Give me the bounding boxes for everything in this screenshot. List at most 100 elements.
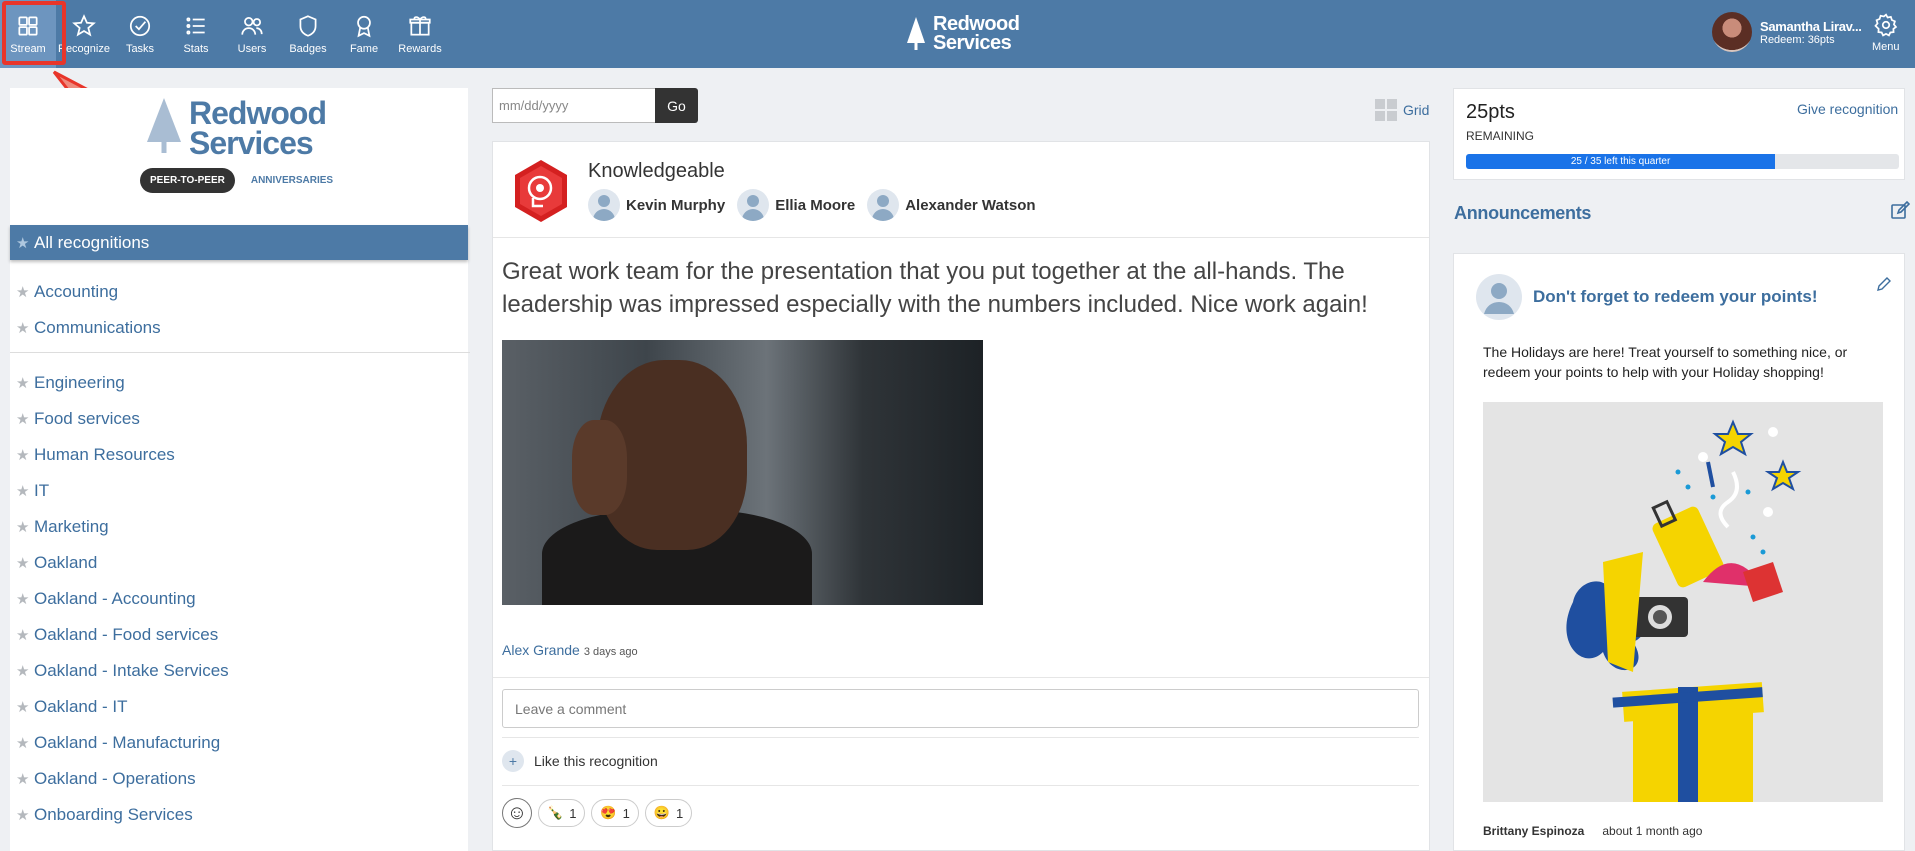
sidebar-item-oakland-operations[interactable]: ★ Oakland - Operations	[16, 761, 464, 797]
date-filter: mm/dd/yyyy Go	[492, 88, 698, 123]
sidebar-item-label: Food services	[34, 409, 140, 428]
sidebar-item-oakland-food-services[interactable]: ★ Oakland - Food services	[16, 617, 464, 653]
reaction-emoji: 🍾	[547, 805, 564, 820]
add-reaction-icon[interactable]: ☺	[502, 798, 532, 828]
sidebar-item-label: Oakland - Manufacturing	[34, 733, 221, 752]
like-label: Like this recognition	[534, 753, 658, 769]
post-time: 3 days ago	[583, 646, 638, 658]
plus-icon: +	[502, 750, 524, 772]
avatar	[867, 189, 900, 221]
nav-label: Tasks	[125, 43, 155, 55]
sidebar-item-onboarding-services[interactable]: ★ Onboarding Services	[16, 797, 464, 833]
nav-users[interactable]: Users	[224, 0, 280, 68]
recipient-name: Alexander Watson	[905, 196, 1036, 214]
sidebar-item-label: IT	[34, 481, 50, 500]
author-link[interactable]: Alex Grande	[502, 642, 580, 658]
avatar	[1712, 12, 1752, 52]
points-progress-bar: 25 / 35 left this quarter	[1466, 154, 1899, 169]
gift-icon	[409, 16, 431, 36]
divider	[493, 677, 1429, 678]
grid-toggle[interactable]: Grid	[1375, 99, 1429, 121]
user-profile[interactable]: Samantha Lirav... Redeem: 36pts	[1712, 12, 1862, 52]
sidebar-item-human-resources[interactable]: ★ Human Resources	[16, 437, 464, 473]
sidebar-item-engineering[interactable]: ★ Engineering	[16, 365, 464, 401]
nav-label: Badges	[289, 43, 327, 55]
sidebar-item-oakland-intake-services[interactable]: ★ Oakland - Intake Services	[16, 653, 464, 689]
edit-icon[interactable]	[1890, 201, 1910, 221]
sidebar-item-food-services[interactable]: ★ Food services	[16, 401, 464, 437]
star-icon: ★	[16, 234, 30, 252]
star-icon: ★	[16, 483, 30, 500]
tab-peer-to-peer[interactable]: PEER-TO-PEER	[140, 168, 235, 193]
users-icon	[241, 17, 263, 35]
recipient[interactable]: Ellia Moore	[737, 189, 855, 221]
star-icon	[72, 14, 96, 37]
sidebar-item-marketing[interactable]: ★ Marketing	[16, 509, 464, 545]
left-sidebar: Redwood Services PEER-TO-PEER ANNIVERSAR…	[10, 88, 470, 851]
recognition-card: Knowledgeable Kevin Murphy Ellia Moore A…	[492, 141, 1430, 851]
points-value: 25pts	[1466, 101, 1515, 123]
points-remaining-label: REMAINING	[1466, 129, 1535, 143]
step-highlight-box	[2, 1, 66, 65]
sidebar-item-label: Engineering	[34, 373, 125, 392]
nav-tasks[interactable]: Tasks	[112, 0, 168, 68]
announcement-heading[interactable]: Don't forget to redeem your points!	[1533, 287, 1818, 307]
progress-label: 25 / 35 left this quarter	[1570, 156, 1671, 167]
brand-line1: Redwood	[189, 95, 327, 131]
go-button[interactable]: Go	[655, 88, 698, 123]
give-recognition-link[interactable]: Give recognition	[1797, 101, 1898, 117]
star-icon: ★	[16, 320, 30, 337]
award-icon	[357, 15, 371, 38]
sidebar-item-label: Oakland - IT	[34, 697, 128, 716]
sidebar-item-oakland-it[interactable]: ★ Oakland - IT	[16, 689, 464, 725]
recipient-name: Kevin Murphy	[626, 196, 726, 214]
announcement-image	[1483, 402, 1883, 802]
gear-icon	[1874, 13, 1897, 37]
sidebar-item-label: Oakland - Food services	[34, 625, 219, 644]
reaction-row: ☺ 🍾 1 😍 1 😀 1	[502, 798, 693, 828]
tab-anniversaries[interactable]: ANNIVERSARIES	[251, 175, 333, 186]
reaction-chip[interactable]: 😍 1	[591, 799, 639, 827]
sidebar-item-it[interactable]: ★ IT	[16, 473, 464, 509]
user-name: Samantha Lirav...	[1760, 18, 1862, 34]
reaction-chip[interactable]: 😀 1	[644, 799, 693, 827]
pencil-icon[interactable]	[1876, 276, 1892, 292]
knowledge-badge-icon	[515, 160, 567, 222]
sidebar-item-all-recognitions[interactable]: ★ All recognitions	[10, 225, 468, 260]
avatar	[1476, 274, 1522, 320]
sidebar-item-oakland[interactable]: ★ Oakland	[16, 545, 464, 581]
recognition-message: Great work team for the presentation tha…	[502, 258, 1368, 318]
date-input[interactable]: mm/dd/yyyy	[492, 88, 655, 123]
list-icon	[186, 17, 205, 35]
nav-rewards[interactable]: Rewards	[392, 0, 448, 68]
header-logo[interactable]: Redwood Services	[905, 14, 1020, 54]
reaction-chip[interactable]: 🍾 1	[538, 799, 586, 827]
sidebar-item-label: Human Resources	[34, 445, 175, 464]
sidebar-item-communications[interactable]: ★ Communications	[16, 310, 464, 346]
top-bar: Stream Recognize Tasks Stats Users Badge…	[0, 0, 1915, 68]
announcement-time: about 1 month ago	[1602, 824, 1703, 838]
star-icon: ★	[16, 284, 30, 301]
sidebar-item-accounting[interactable]: ★ Accounting	[16, 274, 464, 310]
recipient[interactable]: Kevin Murphy	[588, 189, 725, 221]
post-image[interactable]	[502, 340, 983, 605]
sidebar-item-label: Onboarding Services	[34, 805, 193, 824]
star-icon: ★	[16, 519, 30, 536]
sidebar-tabs: PEER-TO-PEER ANNIVERSARIES	[140, 168, 333, 193]
nav-label: Users	[237, 43, 267, 55]
sidebar-item-oakland-accounting[interactable]: ★ Oakland - Accounting	[16, 581, 464, 617]
star-icon: ★	[16, 735, 30, 752]
nav-badges[interactable]: Badges	[280, 0, 336, 68]
recipient[interactable]: Alexander Watson	[867, 189, 1036, 221]
comment-input[interactable]: Leave a comment	[502, 689, 1419, 728]
like-button[interactable]: + Like this recognition	[502, 750, 658, 772]
star-icon: ★	[16, 771, 30, 788]
star-icon: ★	[16, 375, 30, 392]
announcement-card: Don't forget to redeem your points! The …	[1453, 253, 1905, 851]
menu-button[interactable]: Menu	[1872, 12, 1900, 53]
nav-fame[interactable]: Fame	[336, 0, 392, 68]
sidebar-item-label: Oakland - Intake Services	[34, 661, 229, 680]
nav-stats[interactable]: Stats	[168, 0, 224, 68]
sidebar-item-oakland-manufacturing[interactable]: ★ Oakland - Manufacturing	[16, 725, 464, 761]
star-icon: ★	[16, 627, 30, 644]
